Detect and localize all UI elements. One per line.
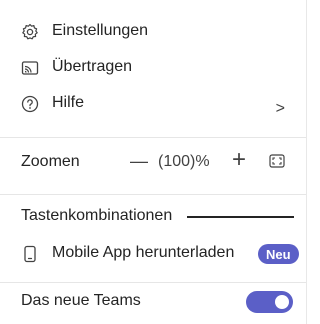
mobile-app-label: Mobile App herunterladen	[52, 244, 235, 261]
divider	[0, 137, 307, 138]
divider	[0, 194, 307, 195]
cast-icon	[21, 59, 39, 77]
divider	[0, 282, 307, 283]
cast-menu-item[interactable]: Übertragen	[0, 56, 307, 80]
help-menu-item[interactable]: Hilfe >	[0, 92, 307, 117]
fullscreen-icon[interactable]	[268, 152, 286, 170]
zoom-label: Zoomen	[21, 153, 80, 170]
help-circle-icon	[21, 95, 39, 113]
zoom-menu-item: Zoomen — (100)% +	[0, 148, 307, 176]
zoom-value: (100)%	[158, 153, 210, 170]
new-teams-menu-item: Das neue Teams	[0, 290, 307, 314]
shortcuts-label: Tastenkombinationen	[21, 207, 173, 224]
new-teams-label: Das neue Teams	[21, 292, 141, 309]
cast-label: Übertragen	[52, 58, 133, 75]
zoom-out-button[interactable]: —	[128, 150, 150, 172]
chevron-right-icon: >	[275, 100, 285, 117]
phone-icon	[21, 245, 39, 263]
focus-indicator-line	[187, 216, 294, 218]
new-badge: Neu	[258, 244, 299, 264]
toggle-knob	[275, 295, 289, 309]
mobile-app-menu-item[interactable]: Mobile App herunterladen Neu	[0, 242, 307, 266]
new-teams-toggle[interactable]	[246, 291, 293, 313]
zoom-in-button[interactable]: +	[228, 148, 250, 172]
gear-icon	[21, 23, 39, 41]
help-label: Hilfe	[52, 94, 85, 111]
settings-menu-item[interactable]: Einstellungen	[0, 20, 307, 44]
app-settings-menu: Einstellungen Übertragen Hilfe > Zoomen	[0, 0, 307, 324]
menu-border	[306, 0, 307, 324]
settings-label: Einstellungen	[52, 22, 149, 39]
shortcuts-menu-item[interactable]: Tastenkombinationen	[0, 205, 307, 229]
